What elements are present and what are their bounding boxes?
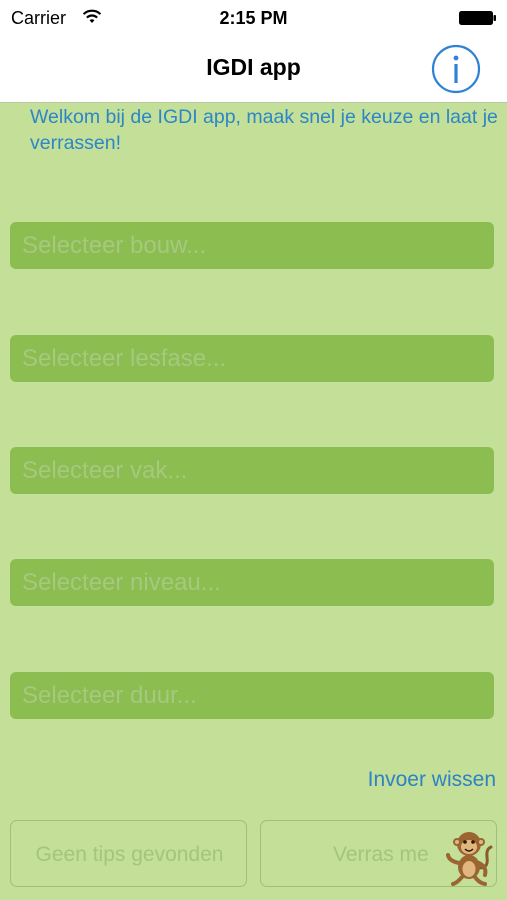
- battery-icon: [459, 11, 496, 25]
- select-duur-placeholder: Selecteer duur...: [22, 682, 197, 709]
- welcome-text: Welkom bij de IGDI app, maak snel je keu…: [30, 106, 498, 154]
- select-bouw[interactable]: Selecteer bouw...: [10, 222, 494, 269]
- no-tips-button[interactable]: Geen tips gevonden: [10, 820, 247, 887]
- select-vak[interactable]: Selecteer vak...: [10, 447, 494, 494]
- clear-input-link[interactable]: Invoer wissen: [368, 768, 496, 792]
- select-niveau[interactable]: Selecteer niveau...: [10, 559, 494, 606]
- navigation-bar: IGDI app: [0, 40, 507, 103]
- surprise-label: Verras me: [333, 843, 429, 866]
- info-icon[interactable]: [431, 44, 481, 94]
- select-bouw-placeholder: Selecteer bouw...: [22, 232, 207, 259]
- select-lesfase[interactable]: Selecteer lesfase...: [10, 335, 494, 382]
- status-time: 2:15 PM: [219, 8, 288, 28]
- select-niveau-placeholder: Selecteer niveau...: [22, 569, 221, 596]
- status-bar: Carrier 2:15 PM: [0, 0, 507, 40]
- select-lesfase-placeholder: Selecteer lesfase...: [22, 345, 227, 372]
- monkey-icon: [446, 832, 493, 886]
- select-vak-placeholder: Selecteer vak...: [22, 457, 188, 484]
- surprise-button[interactable]: Verras me: [260, 820, 497, 887]
- no-tips-label: Geen tips gevonden: [35, 843, 224, 866]
- select-duur[interactable]: Selecteer duur...: [10, 672, 494, 719]
